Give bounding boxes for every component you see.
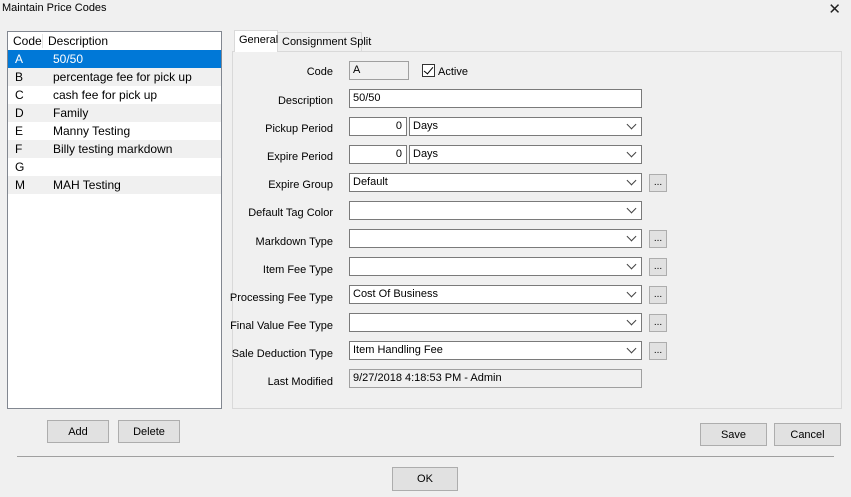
last-modified-field: 9/27/2018 4:18:53 PM - Admin [349,369,642,388]
row-code: A [15,52,24,66]
processing-fee-type-browse-button[interactable]: ... [649,286,667,304]
default-tag-color-label: Default Tag Color [248,207,333,219]
sale-deduction-type-browse-button[interactable]: ... [649,342,667,360]
row-description: cash fee for pick up [53,88,158,102]
last-modified-label: Last Modified [267,376,333,388]
code-field: A [349,61,409,80]
item-fee-type-label: Item Fee Type [262,264,333,276]
tab-consignment-split[interactable]: Consignment Split [277,32,371,51]
window-title: Maintain Price Codes [2,2,107,14]
chevron-down-icon [626,343,637,354]
row-code: E [15,124,24,138]
expire-group-value: Default [353,176,388,188]
row-description: Billy testing markdown [53,142,173,156]
list-row-f[interactable]: F Billy testing markdown [8,140,221,158]
item-fee-type-select[interactable] [349,257,642,276]
sale-deduction-type-value: Item Handling Fee [353,344,443,356]
processing-fee-type-label: Processing Fee Type [229,292,333,304]
row-description: Family [53,106,89,120]
description-label: Description [277,95,333,107]
list-row-a[interactable]: A 50/50 [8,50,221,68]
row-code: M [15,178,25,192]
separator [17,456,834,457]
code-label: Code [306,66,333,78]
expire-period-input[interactable]: 0 [349,145,407,164]
chevron-down-icon [626,287,637,298]
row-description: 50/50 [53,52,84,66]
chevron-down-icon [626,259,637,270]
row-description: MAH Testing [53,178,121,192]
row-description: Manny Testing [53,124,131,138]
expire-group-browse-button[interactable]: ... [649,174,667,192]
chevron-down-icon [626,147,637,158]
pickup-period-label: Pickup Period [265,123,333,135]
row-code: C [15,88,24,102]
general-tab-panel: Code A Active Description 50/50 Pickup P… [229,51,842,409]
list-row-g[interactable]: G [8,158,221,176]
list-row-d[interactable]: D Family [8,104,221,122]
list-row-b[interactable]: B percentage fee for pick up [8,68,221,86]
list-header: Code Description [8,32,221,50]
pickup-period-unit-select[interactable]: Days [409,117,642,136]
pickup-period-unit-value: Days [413,120,439,132]
processing-fee-type-select[interactable]: Cost Of Business [349,285,642,304]
chevron-down-icon [626,231,637,242]
column-header-description[interactable]: Description [43,34,108,48]
item-fee-type-browse-button[interactable]: ... [649,258,667,276]
chevron-down-icon [626,175,637,186]
column-header-code[interactable]: Code [8,34,43,48]
expire-group-select[interactable]: Default [349,173,642,192]
save-button[interactable]: Save [700,423,767,446]
chevron-down-icon [626,315,637,326]
list-row-m[interactable]: M MAH Testing [8,176,221,194]
close-icon[interactable]: ✕ [828,0,841,18]
markdown-type-label: Markdown Type [255,236,333,248]
add-button[interactable]: Add [47,420,109,443]
row-code: F [15,142,23,156]
active-label: Active [438,66,468,78]
final-value-fee-type-select[interactable] [349,313,642,332]
pickup-period-input[interactable]: 0 [349,117,407,136]
final-value-fee-type-label: Final Value Fee Type [230,320,333,332]
default-tag-color-select[interactable] [349,201,642,220]
expire-period-unit-select[interactable]: Days [409,145,642,164]
processing-fee-type-value: Cost Of Business [353,288,438,300]
markdown-type-browse-button[interactable]: ... [649,230,667,248]
title-bar: Maintain Price Codes ✕ [0,0,851,18]
sale-deduction-type-select[interactable]: Item Handling Fee [349,341,642,360]
ok-button[interactable]: OK [392,467,458,491]
markdown-type-select[interactable] [349,229,642,248]
row-code: D [15,106,24,120]
cancel-button[interactable]: Cancel [774,423,841,446]
chevron-down-icon [626,119,637,130]
row-code: G [15,160,25,174]
price-code-list[interactable]: Code Description A 50/50 B percentage fe… [7,31,222,409]
row-code: B [15,70,24,84]
row-description: percentage fee for pick up [53,70,192,84]
expire-period-unit-value: Days [413,148,439,160]
description-input[interactable]: 50/50 [349,89,642,108]
delete-button[interactable]: Delete [118,420,180,443]
list-row-c[interactable]: C cash fee for pick up [8,86,221,104]
list-row-e[interactable]: E Manny Testing [8,122,221,140]
active-checkbox[interactable] [422,64,435,77]
expire-group-label: Expire Group [268,179,333,191]
tab-general[interactable]: General [234,30,278,52]
expire-period-label: Expire Period [266,151,333,163]
final-value-fee-type-browse-button[interactable]: ... [649,314,667,332]
sale-deduction-type-label: Sale Deduction Type [231,348,333,360]
chevron-down-icon [626,203,637,214]
